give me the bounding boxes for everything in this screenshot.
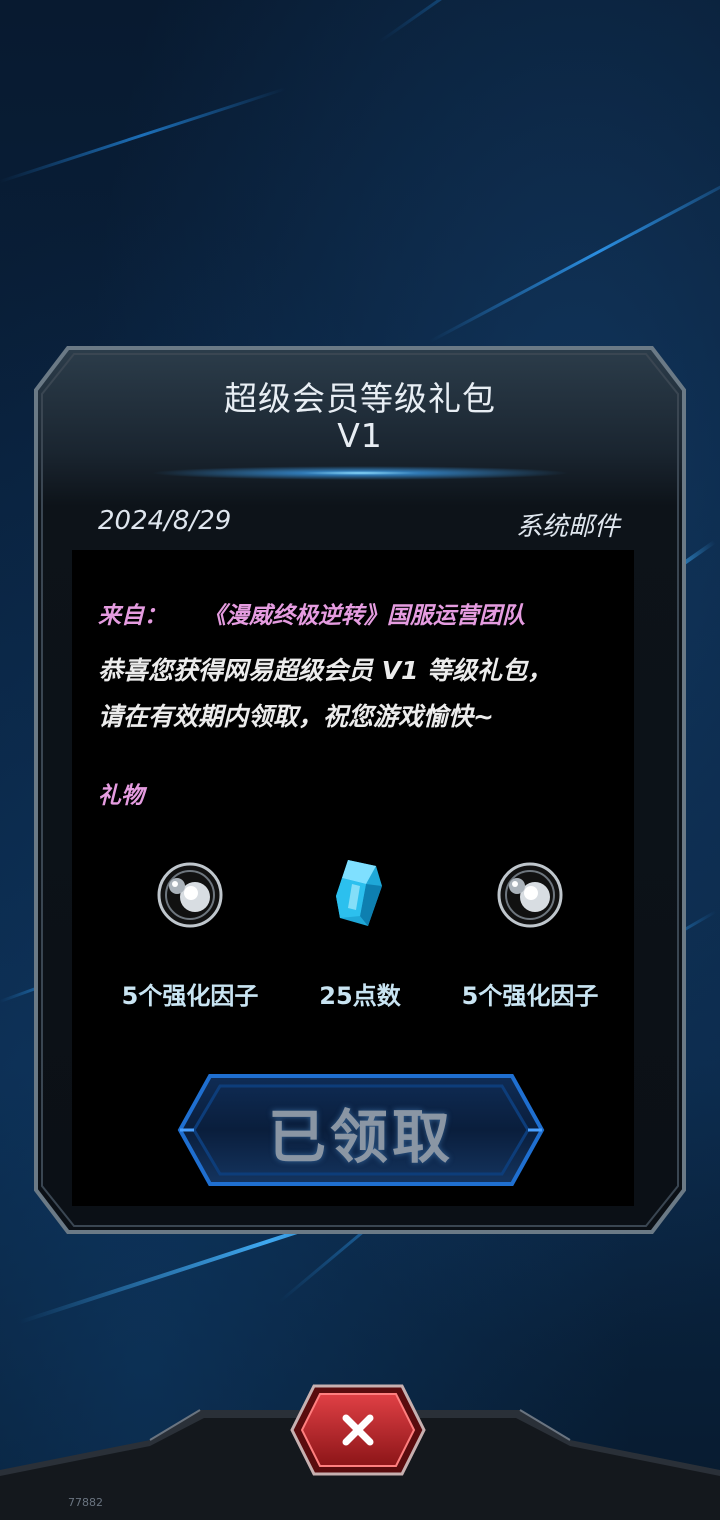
crystal-points-icon (336, 860, 382, 926)
mail-title-level: V1 (337, 416, 383, 455)
mail-type: 系统邮件 (515, 512, 620, 542)
sender-name: 《漫威终极逆转》国服运营团队 (203, 603, 525, 629)
enhancement-factor-icon (157, 862, 223, 928)
close-icon (342, 1414, 374, 1446)
enhancement-factor-icon (497, 862, 563, 928)
reward-name: 5个强化因子 (461, 982, 599, 1010)
message-line: 恭喜您获得网易超级会员 V1 等级礼包， (98, 656, 553, 685)
mail-date: 2024/8/29 (98, 506, 232, 536)
mail-message: 恭喜您获得网易超级会员 V1 等级礼包， 请在有效期内领取，祝您游戏愉快~ (98, 648, 628, 740)
sender-label: 来自： (98, 603, 167, 629)
message-line: 请在有效期内领取，祝您游戏愉快~ (98, 702, 494, 731)
mail-sender: 来自： 《漫威终极逆转》国服运营团队 (98, 596, 525, 630)
title-glow-divider (150, 466, 570, 480)
close-button[interactable] (290, 1384, 426, 1476)
gift-label: 礼物 (98, 783, 144, 809)
claimed-button[interactable]: 已领取 (176, 1090, 546, 1174)
mail-title: 超级会员等级礼包 (224, 379, 496, 418)
watermark: 77882 (68, 1496, 103, 1509)
